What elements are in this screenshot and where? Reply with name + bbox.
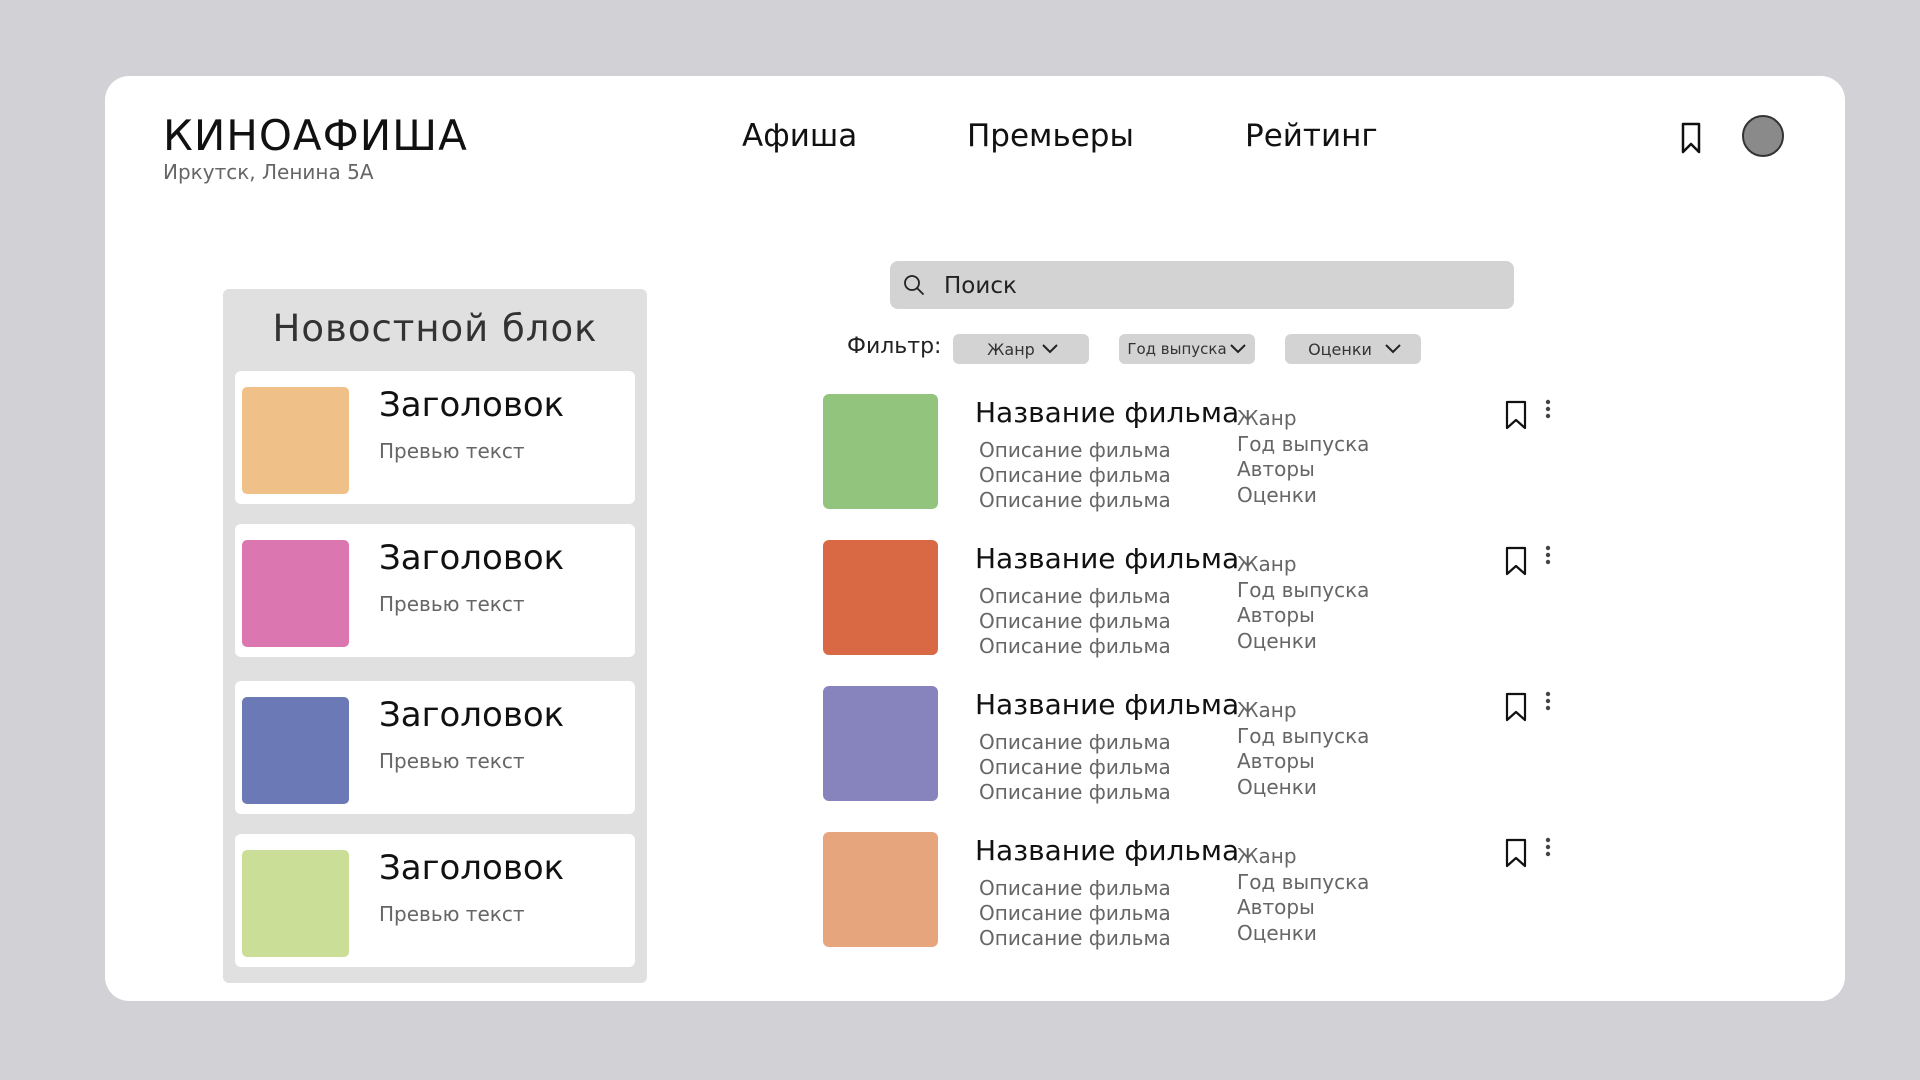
movie-description-line: Описание фильма (979, 634, 1171, 658)
movie-title[interactable]: Название фильма (975, 834, 1239, 867)
movie-description: Описание фильма Описание фильма Описание… (979, 730, 1171, 805)
movie-title[interactable]: Название фильма (975, 396, 1239, 429)
site-title[interactable]: КИНОАФИША (163, 112, 468, 160)
bookmark-icon[interactable] (1504, 546, 1528, 576)
search-input[interactable] (942, 267, 1486, 305)
movie-poster[interactable] (823, 394, 938, 509)
movie-poster[interactable] (823, 686, 938, 801)
news-block-title: Новостной блок (272, 307, 598, 350)
movie-description-line: Описание фильма (979, 609, 1171, 633)
news-preview: Превью текст (379, 902, 525, 926)
movie-poster[interactable] (823, 540, 938, 655)
cinema-address: Иркутск, Ленина 5А (163, 160, 374, 184)
filter-genre-dropdown[interactable]: Жанр (953, 334, 1089, 364)
news-heading: Заголовок (379, 538, 565, 578)
bookmark-icon[interactable] (1504, 692, 1528, 722)
movie-authors: Авторы (1237, 895, 1315, 919)
movie-meta: Жанр Год выпуска Авторы Оценки (1237, 406, 1369, 508)
filter-rating-dropdown[interactable]: Оценки (1285, 334, 1421, 364)
movie-genre: Жанр (1237, 552, 1297, 576)
news-item[interactable]: Заголовок Превью текст (235, 371, 635, 504)
nav-afisha[interactable]: Афиша (742, 118, 857, 154)
news-heading: Заголовок (379, 848, 565, 888)
movie-description-line: Описание фильма (979, 755, 1171, 779)
news-item[interactable]: Заголовок Превью текст (235, 524, 635, 657)
more-vertical-icon[interactable] (1543, 544, 1553, 568)
movie-ratings: Оценки (1237, 628, 1317, 653)
nav-rating[interactable]: Рейтинг (1245, 118, 1378, 154)
movie-description-line: Описание фильма (979, 901, 1171, 925)
news-preview: Превью текст (379, 749, 525, 773)
bookmark-icon[interactable] (1504, 838, 1528, 868)
filter-option-label: Год выпуска (1127, 340, 1227, 358)
movie-year: Год выпуска (1237, 577, 1370, 602)
movie-genre: Жанр (1237, 698, 1297, 722)
more-vertical-icon[interactable] (1543, 398, 1553, 422)
movie-year: Год выпуска (1237, 723, 1370, 748)
news-thumbnail (242, 850, 349, 957)
movie-meta: Жанр Год выпуска Авторы Оценки (1237, 844, 1369, 946)
search-icon (904, 275, 924, 295)
movie-authors: Авторы (1237, 457, 1315, 481)
news-block: Новостной блок Заголовок Превью текст За… (223, 289, 647, 983)
bookmark-icon[interactable] (1504, 400, 1528, 430)
news-preview: Превью текст (379, 439, 525, 463)
chevron-down-icon (1229, 344, 1246, 354)
movie-description-line: Описание фильма (979, 780, 1171, 804)
movie-description: Описание фильма Описание фильма Описание… (979, 584, 1171, 659)
movie-description-line: Описание фильма (979, 488, 1171, 512)
news-thumbnail (242, 540, 349, 647)
movie-authors: Авторы (1237, 603, 1315, 627)
more-vertical-icon[interactable] (1543, 690, 1553, 714)
movie-meta: Жанр Год выпуска Авторы Оценки (1237, 698, 1369, 800)
movie-description: Описание фильма Описание фильма Описание… (979, 876, 1171, 951)
movie-card[interactable]: Название фильма Описание фильма Описание… (823, 540, 1603, 686)
chevron-down-icon (1042, 344, 1058, 354)
movie-description-line: Описание фильма (979, 584, 1171, 608)
movie-description: Описание фильма Описание фильма Описание… (979, 438, 1171, 513)
news-heading: Заголовок (379, 695, 565, 735)
news-list: Заголовок Превью текст Заголовок Превью … (235, 371, 635, 987)
movie-year: Год выпуска (1237, 431, 1370, 456)
more-vertical-icon[interactable] (1543, 836, 1553, 860)
movie-ratings: Оценки (1237, 482, 1317, 507)
movie-card[interactable]: Название фильма Описание фильма Описание… (823, 394, 1603, 540)
movie-card[interactable]: Название фильма Описание фильма Описание… (823, 832, 1603, 978)
movie-year: Год выпуска (1237, 869, 1370, 894)
brand: КИНОАФИША Иркутск, Ленина 5А (163, 112, 468, 185)
movie-poster[interactable] (823, 832, 938, 947)
movie-description-line: Описание фильма (979, 438, 1171, 462)
movie-genre: Жанр (1237, 406, 1297, 430)
filter-label: Фильтр: (847, 334, 942, 359)
filter-year-dropdown[interactable]: Год выпуска (1119, 334, 1255, 364)
movie-ratings: Оценки (1237, 920, 1317, 945)
movie-description-line: Описание фильма (979, 730, 1171, 754)
movie-title[interactable]: Название фильма (975, 688, 1239, 721)
movie-description-line: Описание фильма (979, 463, 1171, 487)
bookmark-icon[interactable] (1675, 120, 1707, 156)
movie-list: Название фильма Описание фильма Описание… (823, 394, 1603, 978)
news-item[interactable]: Заголовок Превью текст (235, 681, 635, 814)
movie-ratings: Оценки (1237, 774, 1317, 799)
news-heading: Заголовок (379, 385, 565, 425)
movie-title[interactable]: Название фильма (975, 542, 1239, 575)
movie-card[interactable]: Название фильма Описание фильма Описание… (823, 686, 1603, 832)
news-thumbnail (242, 697, 349, 804)
news-preview: Превью текст (379, 592, 525, 616)
movie-meta: Жанр Год выпуска Авторы Оценки (1237, 552, 1369, 654)
movie-genre: Жанр (1237, 844, 1297, 868)
movie-authors: Авторы (1237, 749, 1315, 773)
filter-option-label: Жанр (987, 339, 1035, 359)
filter-option-label: Оценки (1308, 339, 1372, 359)
chevron-down-icon (1385, 344, 1401, 354)
main-window: КИНОАФИША Иркутск, Ленина 5А Афиша Премь… (105, 76, 1845, 1001)
movie-description-line: Описание фильма (979, 876, 1171, 900)
search-bar (890, 261, 1514, 309)
avatar[interactable] (1742, 115, 1784, 157)
nav-premieres[interactable]: Премьеры (967, 118, 1134, 154)
news-item[interactable]: Заголовок Превью текст (235, 834, 635, 967)
movie-description-line: Описание фильма (979, 926, 1171, 950)
news-thumbnail (242, 387, 349, 494)
